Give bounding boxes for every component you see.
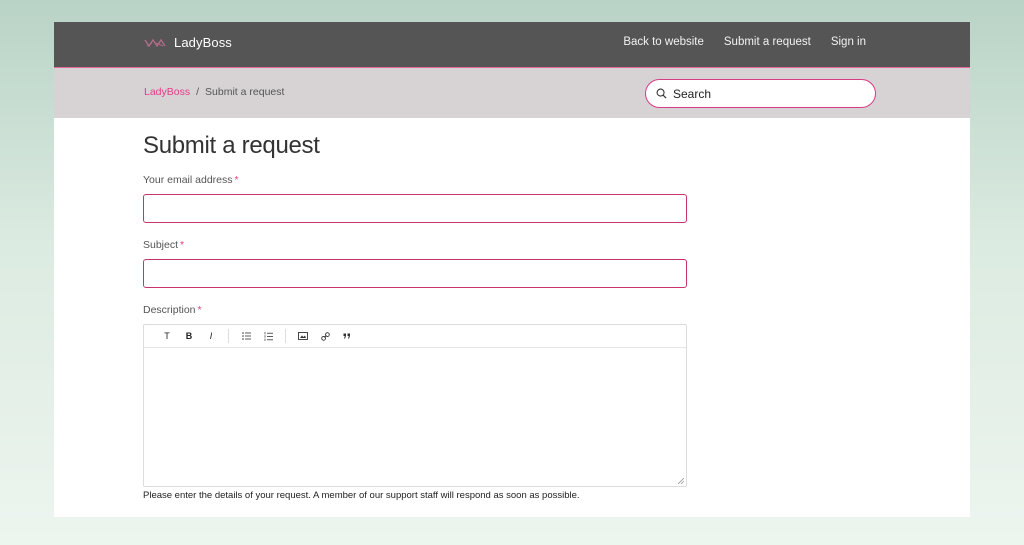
image-icon — [298, 332, 308, 340]
email-field[interactable] — [143, 194, 687, 223]
description-hint: Please enter the details of your request… — [143, 490, 580, 501]
page-frame: LadyBoss Back to website Submit a reques… — [54, 22, 970, 517]
required-mark: * — [234, 174, 239, 186]
breadcrumb-home-link[interactable]: LadyBoss — [144, 86, 190, 98]
link-icon — [320, 331, 330, 341]
brand-name: LadyBoss — [174, 35, 232, 50]
subject-field[interactable] — [143, 259, 687, 288]
page-title: Submit a request — [143, 132, 320, 159]
blockquote-button[interactable] — [336, 328, 358, 344]
nav-submit-request[interactable]: Submit a request — [724, 36, 811, 48]
breadcrumb: LadyBoss / Submit a request — [144, 86, 284, 98]
text-style-button[interactable]: T — [156, 328, 178, 344]
search-box[interactable] — [645, 79, 876, 108]
italic-button[interactable]: I — [200, 328, 222, 344]
top-nav: Back to website Submit a request Sign in — [623, 36, 866, 48]
nav-sign-in[interactable]: Sign in — [831, 36, 866, 48]
subject-label: Subject * — [143, 239, 185, 251]
resize-handle-icon[interactable] — [678, 478, 684, 484]
required-mark: * — [197, 304, 202, 316]
bullet-list-button[interactable] — [235, 328, 257, 344]
top-navbar: LadyBoss Back to website Submit a reques… — [54, 22, 970, 67]
subject-group: Subject * — [143, 239, 688, 288]
ladyboss-logo-icon — [144, 38, 166, 47]
toolbar-divider — [228, 329, 229, 343]
required-mark: * — [180, 239, 185, 251]
editor-toolbar: T B I — [144, 325, 686, 348]
numbered-list-button[interactable] — [257, 328, 279, 344]
description-label: Description * — [143, 304, 202, 316]
breadcrumb-separator: / — [196, 86, 200, 98]
email-label: Your email address * — [143, 174, 239, 186]
brand-logo[interactable]: LadyBoss — [144, 35, 232, 50]
bullet-list-icon — [241, 332, 251, 340]
toolbar-divider — [285, 329, 286, 343]
email-group: Your email address * — [143, 174, 688, 223]
description-group: Description * T B I Please enter the det… — [143, 304, 688, 501]
breadcrumb-current: Submit a request — [205, 86, 285, 98]
bold-button[interactable]: B — [178, 328, 200, 344]
quote-icon — [343, 333, 350, 339]
request-form: Submit a request Your email address * Sub… — [143, 132, 688, 501]
description-textarea[interactable] — [144, 348, 686, 486]
nav-back-to-website[interactable]: Back to website — [623, 36, 704, 48]
insert-image-button[interactable] — [292, 328, 314, 344]
search-icon — [656, 88, 667, 99]
search-input[interactable] — [673, 86, 863, 101]
description-editor: T B I — [143, 324, 687, 487]
subheader-bar: LadyBoss / Submit a request — [54, 67, 970, 118]
numbered-list-icon — [264, 331, 273, 341]
insert-link-button[interactable] — [314, 328, 336, 344]
